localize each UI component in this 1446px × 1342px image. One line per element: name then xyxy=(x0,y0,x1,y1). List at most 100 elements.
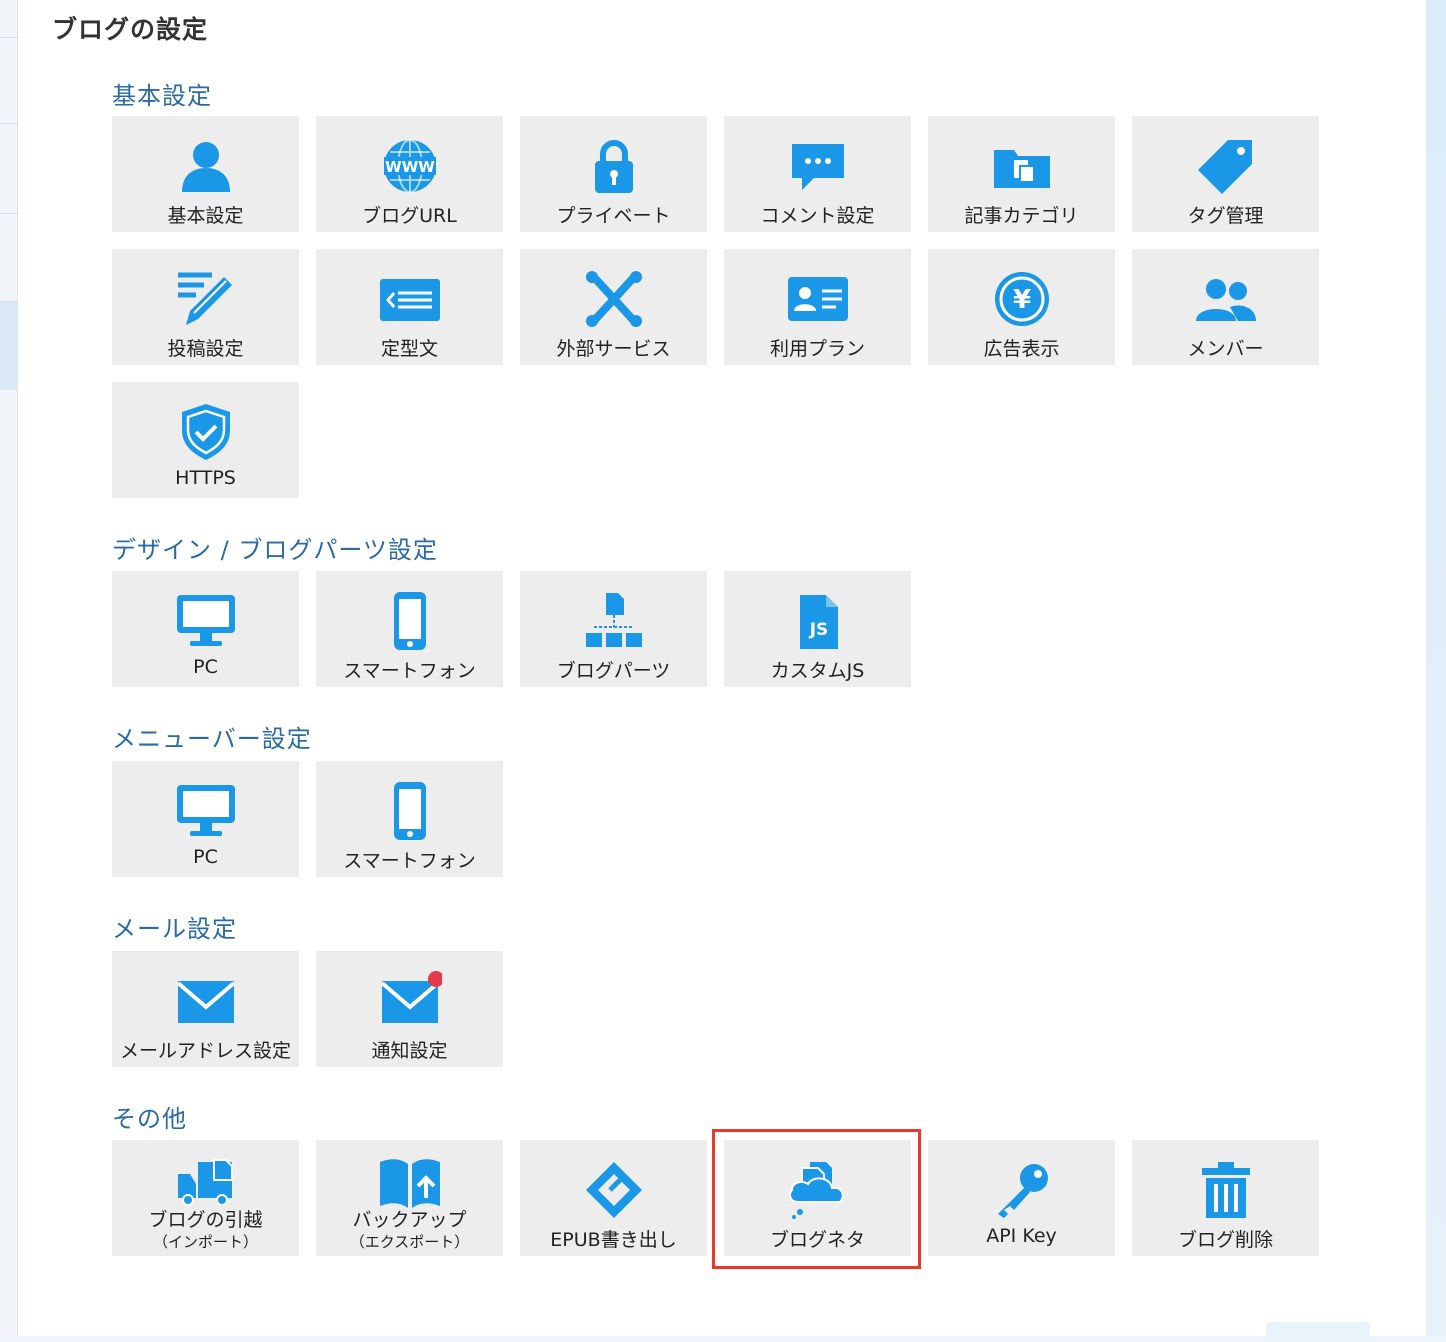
tile-label: EPUB書き出し xyxy=(550,1229,677,1251)
tile-label: タグ管理 xyxy=(1187,205,1264,227)
design-settings-grid: PC スマートフォン ブログパーツ JS カスタムJS xyxy=(112,571,1319,687)
tile-comment-settings[interactable]: コメント設定 xyxy=(724,116,911,232)
section-title-mail: メール設定 xyxy=(112,915,237,943)
tile-delete-blog[interactable]: ブログ削除 xyxy=(1132,1140,1319,1256)
cross-tools-icon xyxy=(582,269,646,329)
tile-label: PC xyxy=(193,656,218,678)
tile-design-smartphone[interactable]: スマートフォン xyxy=(316,571,503,687)
tile-label: 投稿設定 xyxy=(167,338,244,360)
other-settings-grid: ブログの引越 （インポート） バックアップ （エクスポート） EPUB書き出し … xyxy=(112,1140,1319,1256)
tile-template-text[interactable]: 定型文 xyxy=(316,249,503,365)
tile-blog-parts[interactable]: ブログパーツ xyxy=(520,571,707,687)
tile-label: バックアップ xyxy=(352,1209,467,1231)
tile-sublabel: （インポート） xyxy=(152,1233,258,1251)
tile-label: メンバー xyxy=(1187,338,1264,360)
tile-custom-js[interactable]: JS カスタムJS xyxy=(724,571,911,687)
monitor-icon xyxy=(174,591,238,651)
tile-label: 外部サービス xyxy=(556,338,671,360)
folder-icon xyxy=(990,136,1054,196)
tile-https[interactable]: HTTPS xyxy=(112,382,299,498)
tile-epub-export[interactable]: EPUB書き出し xyxy=(520,1140,707,1256)
blog-neta-icon xyxy=(786,1160,850,1220)
section-title-basic: 基本設定 xyxy=(112,82,212,110)
svg-text:WWW: WWW xyxy=(385,158,435,176)
lock-icon xyxy=(582,136,646,196)
template-icon xyxy=(378,269,442,329)
envelope-icon xyxy=(174,971,238,1031)
trash-icon xyxy=(1194,1160,1258,1220)
tile-external-services[interactable]: 外部サービス xyxy=(520,249,707,365)
tile-label: API Key xyxy=(986,1225,1057,1247)
tag-icon xyxy=(1194,136,1258,196)
tile-post-settings[interactable]: 投稿設定 xyxy=(112,249,299,365)
smartphone-icon xyxy=(378,591,442,651)
smartphone-icon xyxy=(378,781,442,841)
epub-icon xyxy=(582,1160,646,1220)
shield-check-icon xyxy=(174,402,238,462)
tile-design-pc[interactable]: PC xyxy=(112,571,299,687)
id-card-icon xyxy=(786,269,850,329)
tile-label: プライベート xyxy=(556,205,671,227)
menubar-settings-grid: PC スマートフォン xyxy=(112,761,1319,877)
tile-label: 定型文 xyxy=(380,338,438,360)
tile-menubar-smartphone[interactable]: スマートフォン xyxy=(316,761,503,877)
section-title-other: その他 xyxy=(112,1105,187,1133)
tile-label: カスタムJS xyxy=(770,660,865,682)
pencil-icon xyxy=(174,269,238,329)
mail-settings-grid: メールアドレス設定 通知設定 xyxy=(112,951,1319,1067)
yen-coin-icon: ¥ xyxy=(990,269,1054,329)
tile-api-key[interactable]: API Key xyxy=(928,1140,1115,1256)
tile-sublabel: （エクスポート） xyxy=(349,1233,470,1251)
tile-label: 利用プラン xyxy=(769,338,865,360)
tile-label: 基本設定 xyxy=(167,205,244,227)
tile-label: 通知設定 xyxy=(371,1040,448,1062)
section-title-menubar: メニューバー設定 xyxy=(112,725,312,753)
section-title-design: デザイン / ブログパーツ設定 xyxy=(112,536,438,564)
basic-settings-grid: 基本設定 WWW ブログURL プライベート コメント設定 記事カテゴリ タグ管… xyxy=(112,116,1319,498)
tile-mail-address[interactable]: メールアドレス設定 xyxy=(112,951,299,1067)
tile-members[interactable]: メンバー xyxy=(1132,249,1319,365)
tile-label: スマートフォン xyxy=(343,660,476,682)
key-icon xyxy=(990,1160,1054,1220)
envelope-notification-icon xyxy=(378,971,444,1031)
tile-ad-display[interactable]: ¥ 広告表示 xyxy=(928,249,1115,365)
backup-book-icon xyxy=(378,1152,442,1212)
tile-private[interactable]: プライベート xyxy=(520,116,707,232)
tile-label: HTTPS xyxy=(175,467,236,489)
tile-notification-settings[interactable]: 通知設定 xyxy=(316,951,503,1067)
rail-segment-active[interactable] xyxy=(0,302,18,390)
tile-label: 記事カテゴリ xyxy=(964,205,1079,227)
tile-label: ブログURL xyxy=(362,205,457,227)
monitor-icon xyxy=(174,781,238,841)
rail-segment[interactable] xyxy=(0,214,18,302)
moving-truck-icon xyxy=(174,1152,238,1212)
tile-blog-import[interactable]: ブログの引越 （インポート） xyxy=(112,1140,299,1256)
rail-segment[interactable] xyxy=(0,0,18,38)
tile-article-category[interactable]: 記事カテゴリ xyxy=(928,116,1115,232)
svg-text:¥: ¥ xyxy=(1012,285,1030,315)
right-scroll-rail xyxy=(1426,0,1446,1336)
tile-backup-export[interactable]: バックアップ （エクスポート） xyxy=(316,1140,503,1256)
corner-button[interactable] xyxy=(1266,1322,1370,1342)
user-icon xyxy=(174,136,238,196)
tile-label: スマートフォン xyxy=(343,850,476,872)
tile-label: コメント設定 xyxy=(760,205,875,227)
tile-basic-settings[interactable]: 基本設定 xyxy=(112,116,299,232)
tile-label: メールアドレス設定 xyxy=(119,1040,291,1062)
tile-label: ブログネタ xyxy=(769,1229,865,1251)
speech-bubble-icon xyxy=(786,136,850,196)
rail-segment[interactable] xyxy=(0,124,18,214)
rail-segment[interactable] xyxy=(0,38,18,124)
members-icon xyxy=(1194,269,1258,329)
tile-label: ブログ削除 xyxy=(1177,1229,1273,1251)
tile-menubar-pc[interactable]: PC xyxy=(112,761,299,877)
svg-text:JS: JS xyxy=(808,620,828,640)
tile-label: PC xyxy=(193,846,218,868)
tile-blog-neta[interactable]: ブログネタ xyxy=(724,1140,911,1256)
tile-usage-plan[interactable]: 利用プラン xyxy=(724,249,911,365)
tile-tag-management[interactable]: タグ管理 xyxy=(1132,116,1319,232)
left-sidebar-rail xyxy=(0,0,18,1336)
page-title: ブログの設定 xyxy=(52,15,209,44)
tile-blog-url[interactable]: WWW ブログURL xyxy=(316,116,503,232)
js-file-icon: JS xyxy=(786,591,850,651)
